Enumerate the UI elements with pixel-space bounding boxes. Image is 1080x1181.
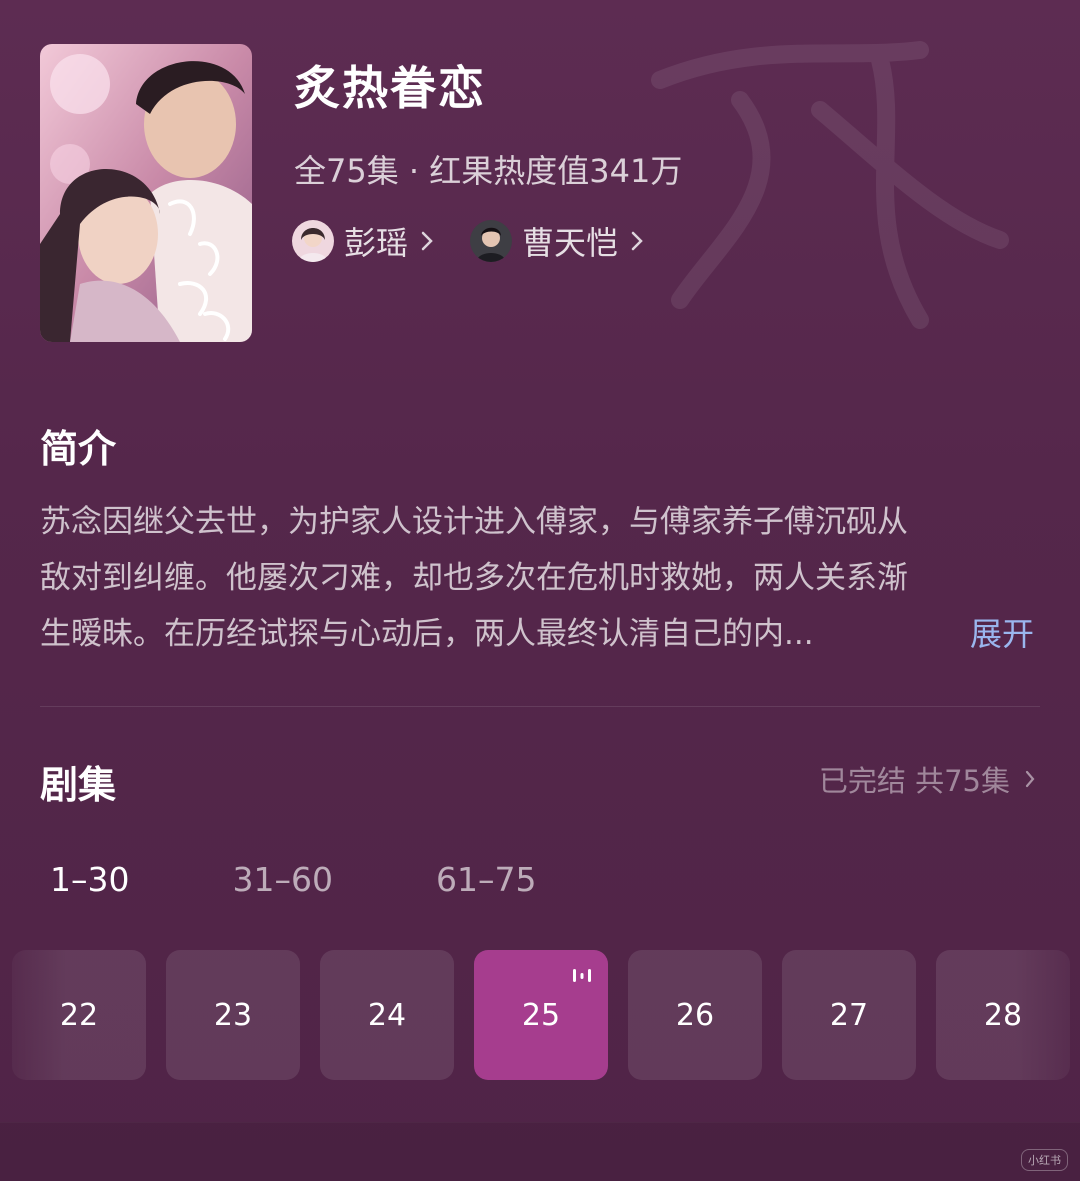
cast-item-actress[interactable]: 彭瑶: [292, 218, 434, 264]
episode-button-22[interactable]: 22: [12, 950, 146, 1080]
tab-range-1-30[interactable]: 1–30: [50, 860, 130, 899]
divider: [40, 706, 1040, 707]
synopsis-line: 苏念因继父去世，为护家人设计进入傅家，与傅家养子傅沉砚从: [40, 504, 908, 540]
tab-range-61-75[interactable]: 61–75: [436, 860, 536, 899]
synopsis-text: 苏念因继父去世，为护家人设计进入傅家，与傅家养子傅沉砚从 敌对到纠缠。他屡次刁难…: [40, 494, 1040, 662]
episode-number: 25: [521, 997, 561, 1033]
cast-list: 彭瑶 曹天恺: [292, 218, 644, 264]
cast-name: 彭瑶: [344, 224, 409, 262]
synopsis-heading: 简介: [40, 427, 117, 471]
episode-button-25-current[interactable]: 25: [474, 950, 608, 1080]
expand-synopsis-link[interactable]: 展开: [970, 606, 1034, 662]
episodes-heading: 剧集: [40, 763, 117, 807]
episode-button-26[interactable]: 26: [628, 950, 762, 1080]
episode-button-28[interactable]: 28: [936, 950, 1070, 1080]
drama-detail-page: 炙热眷恋 全75集 · 红果热度值341万 彭瑶 曹天恺 简介 苏念因继父去世，…: [0, 0, 1080, 1181]
now-playing-icon: [573, 969, 591, 982]
cast-item-actor[interactable]: 曹天恺: [470, 218, 644, 264]
cast-name: 曹天恺: [522, 224, 619, 262]
episode-list: 22 23 24 25 26 27 28: [12, 950, 1070, 1080]
episodes-status-text: 已完结 共75集: [818, 764, 1010, 798]
drama-poster[interactable]: [40, 44, 252, 342]
episode-button-27[interactable]: 27: [782, 950, 916, 1080]
watermark: 小红书: [1021, 1149, 1068, 1171]
episode-range-tabs: 1–30 31–60 61–75: [50, 860, 639, 899]
synopsis-line: 敌对到纠缠。他屡次刁难，却也多次在危机时救她，两人关系渐: [40, 560, 908, 596]
episode-count-and-heat: 全75集 · 红果热度值341万: [294, 152, 683, 190]
avatar: [292, 220, 334, 262]
avatar: [470, 220, 513, 262]
drama-title: 炙热眷恋: [294, 61, 486, 115]
episode-button-23[interactable]: 23: [166, 950, 300, 1080]
chevron-right-icon: [631, 231, 643, 251]
episodes-status-link[interactable]: 已完结 共75集: [819, 758, 1036, 800]
chevron-right-icon: [1025, 770, 1035, 788]
tab-range-31-60[interactable]: 31–60: [233, 860, 333, 899]
background-calligraphy-decoration: [651, 41, 1009, 329]
bottom-strip: [0, 1122, 1080, 1181]
synopsis-line: 生暧昧。在历经试探与心动后，两人最终认清自己的内...: [40, 616, 814, 652]
chevron-right-icon: [421, 231, 433, 251]
episode-button-24[interactable]: 24: [320, 950, 454, 1080]
